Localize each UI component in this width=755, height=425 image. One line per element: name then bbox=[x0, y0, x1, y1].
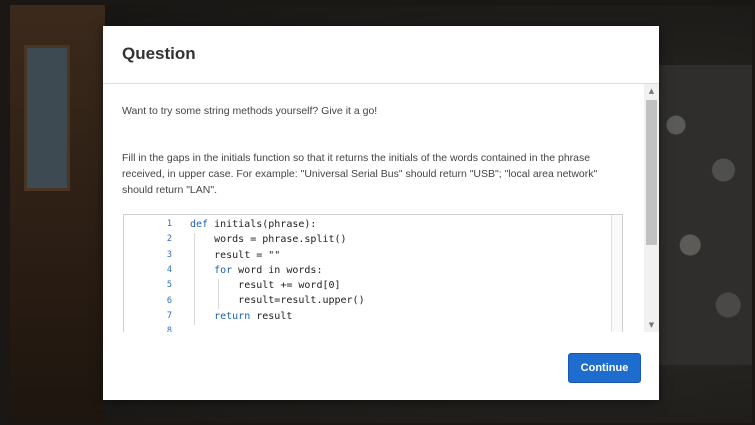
code-keyword: def bbox=[190, 219, 209, 230]
code-text: initials(phrase): bbox=[208, 219, 317, 230]
dialog-title: Question bbox=[122, 44, 196, 63]
arrow-down-icon[interactable]: ▼ bbox=[644, 318, 659, 332]
stone-fireplace bbox=[657, 65, 752, 365]
code-text: result bbox=[250, 310, 293, 322]
code-line[interactable]: result=result.upper() bbox=[190, 293, 365, 308]
dialog-scrollbar[interactable]: ▲ ▼ bbox=[644, 84, 659, 332]
instructions-text: Fill in the gaps in the initials functio… bbox=[122, 152, 598, 196]
window bbox=[24, 45, 70, 191]
continue-button[interactable]: Continue bbox=[568, 353, 641, 383]
code-line[interactable]: result += word[0] bbox=[190, 278, 365, 293]
scrollbar-thumb[interactable] bbox=[646, 100, 657, 245]
line-number: 6 bbox=[166, 295, 172, 306]
line-number: 7 bbox=[166, 310, 172, 321]
code-line[interactable]: result = "" bbox=[190, 248, 365, 263]
code-editor[interactable]: 1 2 3 4 5 6 7 8 def initials(phrase): wo… bbox=[123, 214, 623, 332]
code-line[interactable]: return result bbox=[190, 309, 365, 324]
line-number: 4 bbox=[166, 264, 172, 275]
question-dialog: Question Want to try some string methods… bbox=[103, 26, 659, 400]
code-line[interactable]: def initials(phrase): bbox=[190, 217, 365, 232]
line-number: 1 bbox=[166, 219, 172, 229]
line-number: 3 bbox=[166, 249, 172, 260]
code-lines[interactable]: def initials(phrase): words = phrase.spl… bbox=[190, 217, 365, 332]
line-number-gutter: 1 2 3 4 5 6 7 8 bbox=[124, 215, 182, 332]
code-text: result += word[0] bbox=[238, 280, 341, 292]
code-text: result = "" bbox=[214, 249, 281, 261]
editor-scrollbar[interactable] bbox=[611, 215, 622, 332]
code-text: words = phrase.split() bbox=[214, 234, 347, 246]
dialog-body[interactable]: Want to try some string methods yourself… bbox=[103, 84, 659, 332]
line-number: 8 bbox=[166, 326, 172, 332]
line-number: 5 bbox=[166, 280, 172, 291]
intro-text: Want to try some string methods yourself… bbox=[122, 105, 378, 117]
code-keyword: return bbox=[214, 310, 251, 322]
code-keyword: for bbox=[214, 264, 233, 276]
arrow-up-icon[interactable]: ▲ bbox=[644, 84, 659, 98]
code-line[interactable]: for word in words: bbox=[190, 263, 365, 278]
code-text: word in words: bbox=[232, 264, 323, 276]
dialog-header: Question bbox=[103, 26, 659, 84]
code-text: result=result.upper() bbox=[238, 295, 365, 307]
code-line[interactable] bbox=[190, 324, 365, 332]
line-number: 2 bbox=[166, 234, 172, 245]
code-line[interactable]: words = phrase.split() bbox=[190, 232, 365, 247]
